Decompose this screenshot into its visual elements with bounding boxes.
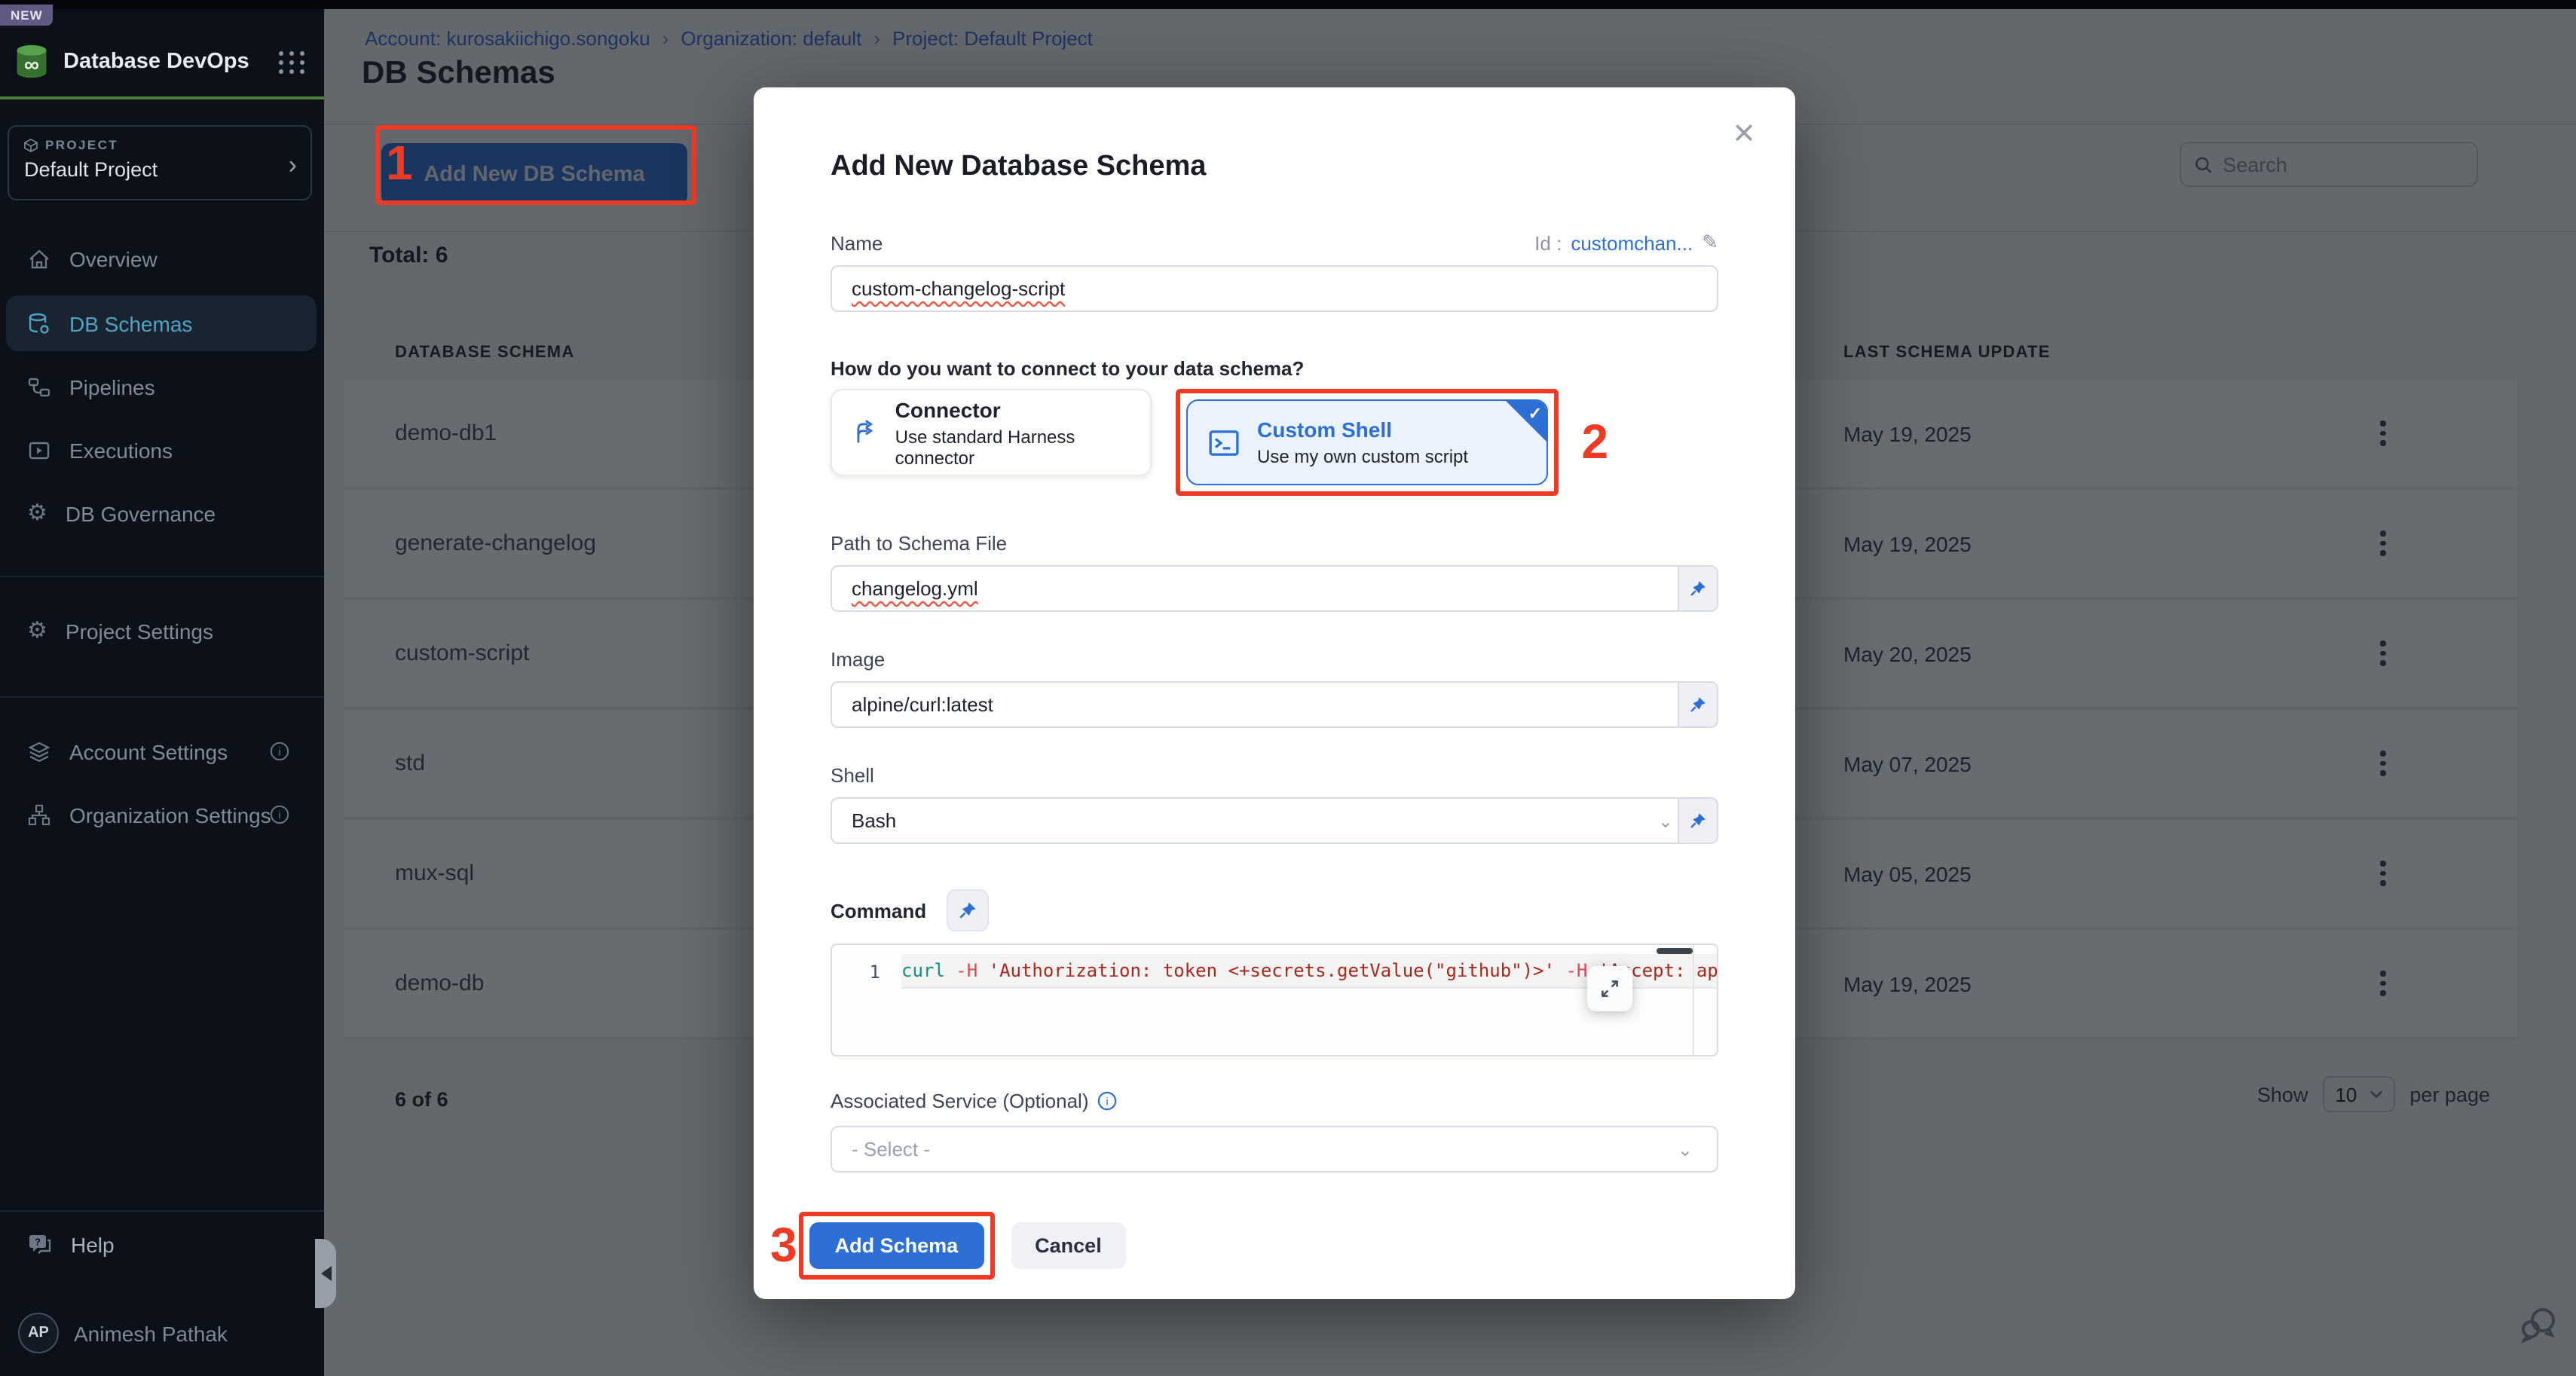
gear-icon: ⚙	[27, 619, 47, 642]
info-icon: i	[270, 742, 289, 761]
sidebar-item-executions[interactable]: Executions	[6, 422, 317, 478]
app-grid-icon[interactable]	[279, 50, 306, 73]
terminal-icon	[1207, 426, 1241, 459]
associated-service-label: Associated Service (Optional)	[831, 1090, 1089, 1112]
project-label: PROJECT	[45, 137, 118, 152]
new-badge: NEW	[0, 5, 54, 26]
command-label: Command	[831, 899, 926, 922]
gear-icon: ⚙	[27, 502, 47, 524]
user-menu[interactable]: AP Animesh Pathak	[18, 1313, 228, 1353]
sidebar-collapse-handle[interactable]	[315, 1239, 336, 1308]
executions-icon	[27, 438, 51, 462]
command-editor[interactable]: 1 curl -H 'Authorization: token <+secret…	[831, 943, 1718, 1056]
shell-select[interactable]: Bash ⌄	[831, 797, 1718, 844]
connector-desc: Use standard Harness connector	[895, 426, 1130, 468]
sidebar-item-overview[interactable]: Overview	[6, 231, 317, 286]
connector-title: Connector	[895, 397, 1130, 421]
chevron-down-icon: ⌄	[1678, 1139, 1693, 1160]
divider	[0, 576, 324, 577]
runtime-pin-icon[interactable]	[1678, 799, 1717, 842]
shell-label: Shell	[831, 764, 1718, 787]
add-schema-modal: ✕ Add New Database Schema Name Id : cust…	[754, 87, 1795, 1299]
runtime-pin-icon[interactable]	[1678, 683, 1717, 726]
sidebar-item-db-schemas[interactable]: DB Schemas	[6, 295, 317, 351]
svg-text:i: i	[1106, 1096, 1109, 1108]
path-input[interactable]: changelog.yml	[831, 565, 1718, 612]
modal-title: Add New Database Schema	[831, 87, 1718, 184]
divider	[0, 96, 324, 99]
annotation-number-3: 3	[770, 1218, 797, 1274]
sidebar-item-account-settings[interactable]: Account Settings i	[6, 723, 317, 779]
sidebar-item-organization-settings[interactable]: Organization Settings i	[6, 787, 317, 842]
chevron-right-icon: ›	[289, 151, 297, 181]
user-name: Animesh Pathak	[74, 1321, 228, 1345]
sidebar: ∞ Database DevOps PROJECT Default Projec…	[0, 0, 324, 1376]
support-chat-icon[interactable]	[2519, 1307, 2558, 1343]
connect-question: How do you want to connect to your data …	[831, 357, 1718, 380]
window-top-bar	[0, 0, 2576, 9]
editor-scrollbar[interactable]	[1657, 948, 1693, 954]
pipelines-icon	[27, 375, 51, 399]
check-icon: ✓	[1528, 404, 1542, 424]
sidebar-item-pipelines[interactable]: Pipelines	[6, 359, 317, 414]
sidebar-item-db-governance[interactable]: ⚙ DB Governance	[6, 485, 317, 541]
image-label: Image	[831, 648, 1718, 671]
custom-shell-option-card[interactable]: Custom Shell Use my own custom script ✓	[1186, 399, 1548, 485]
custom-shell-desc: Use my own custom script	[1257, 446, 1468, 467]
runtime-pin-icon[interactable]	[946, 889, 988, 931]
layers-icon	[27, 739, 51, 763]
org-hierarchy-icon	[27, 803, 51, 827]
svg-text:i: i	[278, 747, 280, 759]
svg-text:∞: ∞	[24, 53, 39, 76]
divider	[0, 696, 324, 698]
close-icon[interactable]: ✕	[1732, 121, 1756, 149]
help-button[interactable]: ? Help	[27, 1233, 115, 1257]
runtime-pin-icon[interactable]	[1678, 567, 1717, 610]
product-name: Database DevOps	[63, 50, 279, 74]
annotation-number-2: 2	[1581, 414, 1608, 470]
edit-id-icon[interactable]: ✎	[1702, 231, 1718, 255]
connector-icon	[852, 417, 879, 448]
home-icon	[27, 246, 51, 271]
add-schema-button[interactable]: Add Schema	[809, 1222, 984, 1269]
sidebar-item-project-settings[interactable]: ⚙ Project Settings	[6, 603, 317, 659]
info-icon: i	[1098, 1091, 1118, 1111]
id-value: customchan...	[1571, 231, 1693, 254]
connector-option-card[interactable]: Connector Use standard Harness connector	[831, 389, 1152, 476]
db-schema-icon	[27, 311, 51, 335]
project-name: Default Project	[24, 158, 295, 181]
expand-editor-button[interactable]	[1587, 966, 1632, 1011]
annotation-box-2: Custom Shell Use my own custom script ✓ …	[1176, 389, 1559, 496]
id-label: Id :	[1534, 231, 1562, 254]
avatar: AP	[18, 1313, 59, 1353]
project-selector[interactable]: PROJECT Default Project ›	[8, 125, 312, 200]
cancel-button[interactable]: Cancel	[1011, 1222, 1126, 1269]
custom-shell-title: Custom Shell	[1257, 417, 1468, 442]
editor-ruler	[1693, 945, 1694, 1055]
name-input[interactable]: custom-changelog-script	[831, 265, 1718, 312]
chevron-left-icon	[320, 1266, 331, 1281]
info-icon: i	[270, 805, 289, 824]
associated-service-select[interactable]: - Select - ⌄	[831, 1126, 1718, 1173]
database-devops-logo-icon: ∞	[12, 42, 51, 81]
annotation-box-1	[375, 125, 696, 205]
annotation-number-1: 1	[386, 136, 413, 191]
line-number: 1	[832, 954, 901, 989]
name-label: Name	[831, 232, 883, 255]
annotation-box-3: Add Schema	[799, 1212, 995, 1280]
cube-icon	[24, 138, 38, 151]
help-chat-icon: ?	[27, 1233, 53, 1257]
image-input[interactable]: alpine/curl:latest	[831, 681, 1718, 728]
svg-text:?: ?	[35, 1236, 41, 1247]
chevron-down-icon: ⌄	[1658, 810, 1673, 831]
divider	[0, 1210, 324, 1212]
path-label: Path to Schema File	[831, 532, 1718, 555]
svg-text:i: i	[278, 810, 280, 822]
